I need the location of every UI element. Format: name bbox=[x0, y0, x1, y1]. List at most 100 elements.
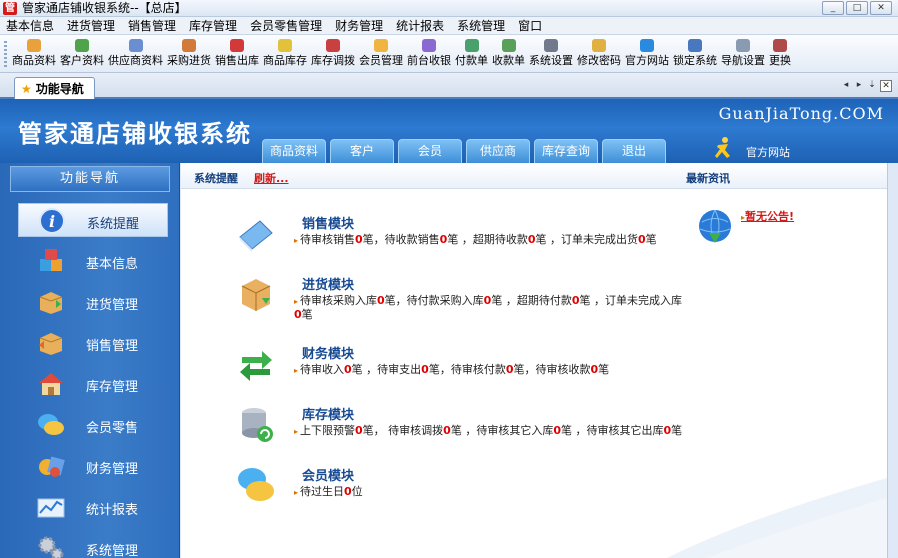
toolbar-icon bbox=[544, 39, 558, 52]
menu-purchase[interactable]: 进货管理 bbox=[67, 18, 115, 34]
nav-item-basic-info[interactable]: 基本信息 bbox=[18, 244, 168, 278]
runner-icon bbox=[715, 137, 730, 158]
toolbar-icon bbox=[592, 39, 606, 52]
toolbar-button[interactable]: 商品库存 bbox=[263, 35, 307, 72]
bullet-arrow-icon: ▸ bbox=[294, 366, 299, 375]
refresh-link[interactable]: 刷新... bbox=[254, 170, 289, 186]
close-button[interactable]: ✕ bbox=[870, 1, 892, 15]
toolbar-button[interactable]: 官方网站 bbox=[625, 35, 669, 72]
toolbar-button[interactable]: 客户资料 bbox=[60, 35, 104, 72]
toolbar-label: 商品库存 bbox=[263, 54, 307, 67]
official-site-link[interactable]: 官方网站 bbox=[710, 136, 790, 160]
module-stats: ▸ 待审收入0笔 ，待审支出0笔，待审核付款0笔，待审核收款0笔 bbox=[294, 363, 610, 376]
tab-label: 功能导航 bbox=[35, 82, 84, 96]
globe-download-icon bbox=[699, 209, 731, 243]
toolbar-button[interactable]: 更换 bbox=[769, 35, 791, 72]
database-sync-icon bbox=[242, 408, 273, 442]
tab-close-icon[interactable]: ✕ bbox=[880, 80, 892, 92]
nav-item-reports[interactable]: 统计报表 bbox=[18, 490, 168, 524]
toolbar-button[interactable]: 采购进货 bbox=[167, 35, 211, 72]
menu-finance[interactable]: 财务管理 bbox=[335, 18, 383, 34]
nav-item-finance[interactable]: 财务管理 bbox=[18, 449, 168, 483]
module-stats: ▸ 待审核采购入库0笔，待付款采购入库0笔 ，超期待付款0笔 ，订单未完成入库0笔 bbox=[294, 294, 682, 321]
toolbar-label: 更换 bbox=[769, 54, 791, 67]
module-stats: ▸ 待过生日0位 bbox=[294, 485, 363, 498]
toolbar-icon bbox=[640, 39, 654, 52]
svg-text:i: i bbox=[49, 212, 55, 231]
toolbar-label: 采购进货 bbox=[167, 54, 211, 67]
box-out-icon bbox=[39, 333, 63, 355]
toolbar-button[interactable]: 供应商资料 bbox=[108, 35, 163, 72]
maximize-button[interactable]: □ bbox=[846, 1, 868, 15]
nav-item-sales[interactable]: 销售管理 bbox=[18, 326, 168, 360]
tab-strip: ★ 功能导航 ◂ ▸ ⇣ ✕ bbox=[0, 73, 898, 99]
book-icon bbox=[239, 220, 273, 252]
toolbar-button[interactable]: 系统设置 bbox=[529, 35, 573, 72]
toolbar-button[interactable]: 商品资料 bbox=[12, 35, 56, 72]
box-in-icon bbox=[39, 292, 63, 314]
nav-item-inventory[interactable]: 库存管理 bbox=[18, 367, 168, 401]
module-title: 会员模块 bbox=[302, 469, 355, 484]
nav-item-system[interactable]: 系统管理 bbox=[18, 531, 168, 558]
toolbar-grip[interactable] bbox=[4, 41, 7, 67]
banner-tab-exit[interactable]: 退出 bbox=[602, 139, 666, 163]
right-scrollbar[interactable] bbox=[887, 163, 898, 558]
menu-basic-info[interactable]: 基本信息 bbox=[6, 18, 54, 34]
content-header: 系统提醒 刷新... 最新资讯 bbox=[181, 163, 887, 189]
banner-tab-stock-query[interactable]: 库存查询 bbox=[534, 139, 598, 163]
banner-tab-suppliers[interactable]: 供应商 bbox=[466, 139, 530, 163]
menu-window[interactable]: 窗口 bbox=[518, 18, 542, 34]
nav-item-system-alerts[interactable]: i 系统提醒 bbox=[18, 203, 168, 237]
toolbar-button[interactable]: 锁定系统 bbox=[673, 35, 717, 72]
nav-label: 财务管理 bbox=[86, 462, 139, 477]
banner-tab-products[interactable]: 商品资料 bbox=[262, 139, 326, 163]
tab-prev-icon[interactable]: ◂ bbox=[841, 80, 851, 92]
toolbar-icon bbox=[374, 39, 388, 52]
nav-item-purchase[interactable]: 进货管理 bbox=[18, 285, 168, 319]
banner-tab-members[interactable]: 会员 bbox=[398, 139, 462, 163]
toolbar-label: 收款单 bbox=[492, 54, 525, 67]
toolbar-button[interactable]: 修改密码 bbox=[577, 35, 621, 72]
toolbar-icon bbox=[278, 39, 292, 52]
members-chat-icon bbox=[238, 468, 274, 501]
toolbar-icon bbox=[773, 39, 787, 52]
toolbar-button[interactable]: 导航设置 bbox=[721, 35, 765, 72]
minimize-button[interactable]: _ bbox=[822, 1, 844, 15]
toolbar-button[interactable]: 收款单 bbox=[492, 35, 525, 72]
tab-list-icon[interactable]: ⇣ bbox=[867, 80, 877, 92]
module-title: 进货模块 bbox=[302, 278, 355, 293]
toolbar-label: 供应商资料 bbox=[108, 54, 163, 67]
toolbar-icon bbox=[230, 39, 244, 52]
toolbar-button[interactable]: 前台收银 bbox=[407, 35, 451, 72]
toolbar-label: 商品资料 bbox=[12, 54, 56, 67]
header-banner: 管家通店铺收银系统 GuanJiaTong.COM 商品资料 客户 会员 供应商… bbox=[0, 99, 898, 163]
toolbar-button[interactable]: 销售出库 bbox=[215, 35, 259, 72]
toolbar-label: 导航设置 bbox=[721, 54, 765, 67]
nav-label: 系统管理 bbox=[86, 544, 139, 558]
nav-item-member-retail[interactable]: 会员零售 bbox=[18, 408, 168, 442]
alerts-title: 系统提醒 bbox=[194, 172, 238, 185]
toolbar-icon bbox=[422, 39, 436, 52]
menu-inventory[interactable]: 库存管理 bbox=[189, 18, 237, 34]
menu-system[interactable]: 系统管理 bbox=[457, 18, 505, 34]
toolbar-button[interactable]: 会员管理 bbox=[359, 35, 403, 72]
tab-function-nav[interactable]: ★ 功能导航 bbox=[14, 77, 95, 99]
toolbar-button[interactable]: 库存调拨 bbox=[311, 35, 355, 72]
tab-next-icon[interactable]: ▸ bbox=[854, 80, 864, 92]
toolbar-icon bbox=[736, 39, 750, 52]
news-item-link[interactable]: ▸暂无公告! bbox=[741, 208, 794, 224]
menu-reports[interactable]: 统计报表 bbox=[396, 18, 444, 34]
toolbar-icon bbox=[27, 39, 41, 52]
banner-title: 管家通店铺收银系统 bbox=[18, 119, 252, 148]
banner-tab-customers[interactable]: 客户 bbox=[330, 139, 394, 163]
gears-icon bbox=[38, 536, 64, 558]
toolbar-label: 会员管理 bbox=[359, 54, 403, 67]
toolbar-icon bbox=[75, 39, 89, 52]
toolbar-button[interactable]: 付款单 bbox=[455, 35, 488, 72]
module-title: 销售模块 bbox=[302, 217, 355, 232]
menu-member-retail[interactable]: 会员零售管理 bbox=[250, 18, 322, 34]
toolbar-icon bbox=[326, 39, 340, 52]
toolbar-label: 付款单 bbox=[455, 54, 488, 67]
menu-sales[interactable]: 销售管理 bbox=[128, 18, 176, 34]
blocks-icon bbox=[40, 249, 62, 271]
